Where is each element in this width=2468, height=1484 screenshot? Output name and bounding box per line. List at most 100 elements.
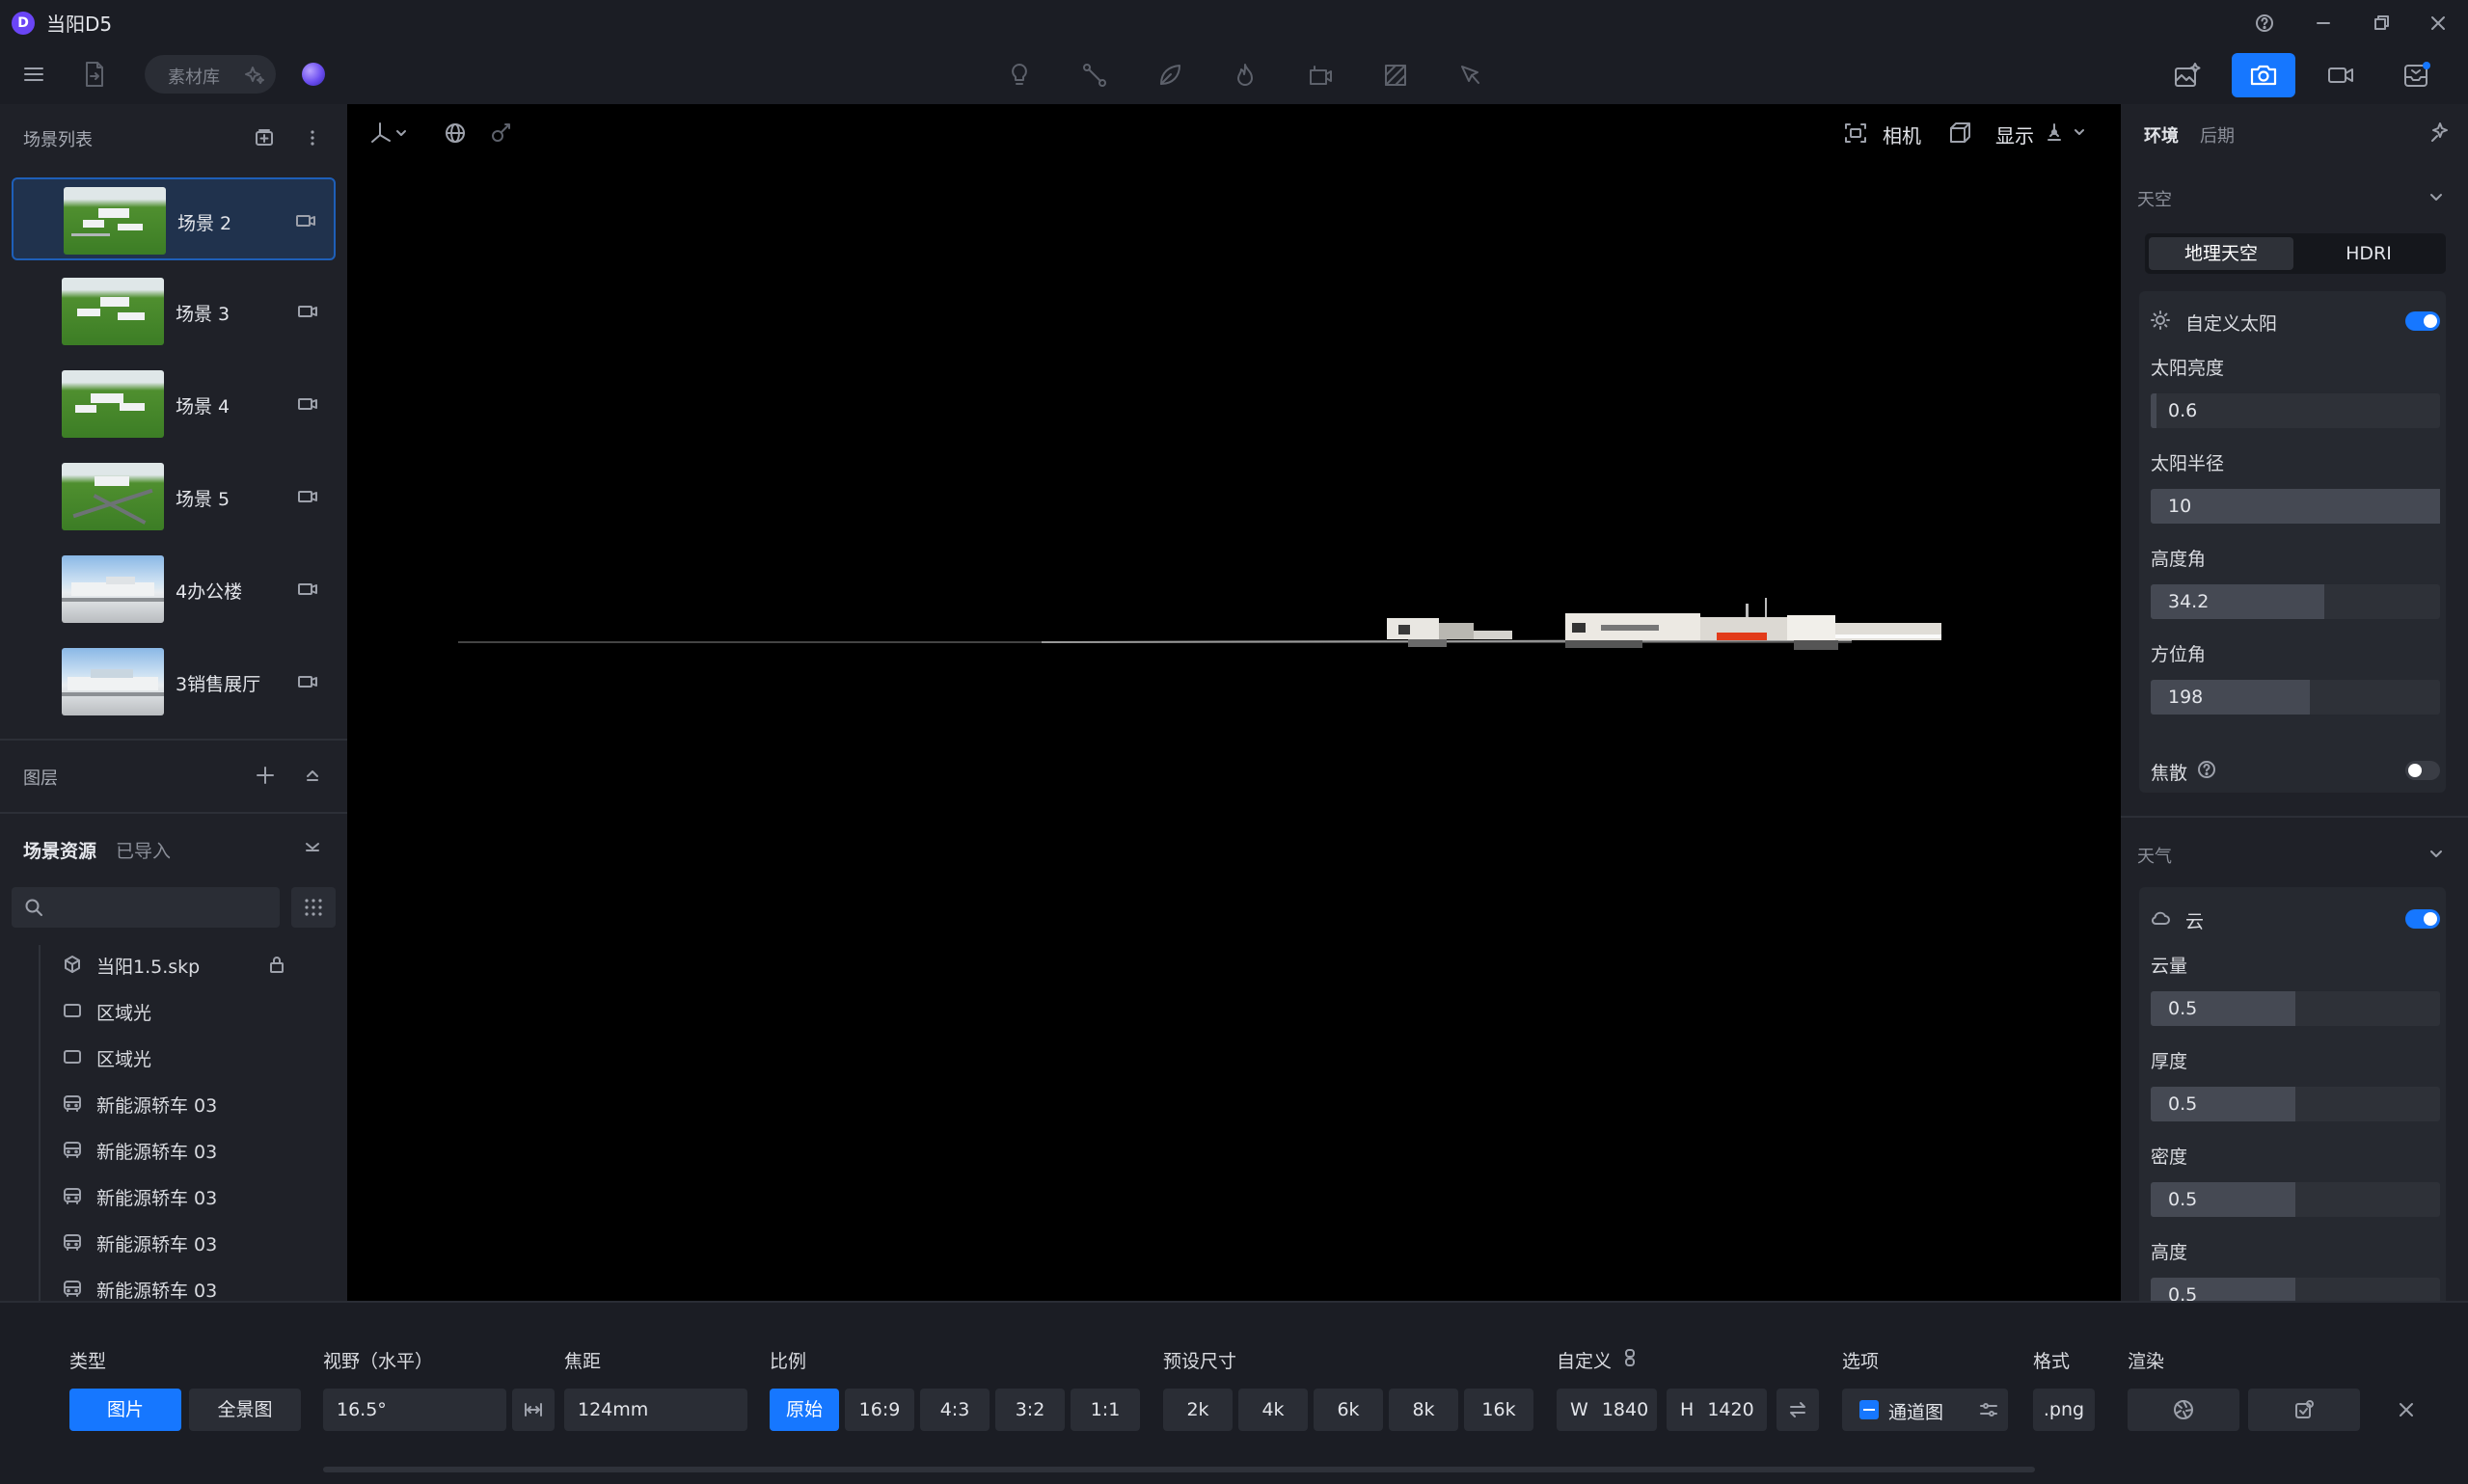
assistant-orb-icon[interactable] <box>302 63 325 86</box>
scene-item[interactable]: 场景 2 <box>12 177 336 260</box>
link-aspect-icon[interactable] <box>1620 1347 1640 1368</box>
tab-hdri[interactable]: HDRI <box>2295 237 2442 270</box>
scene-item[interactable]: 4办公楼 <box>12 548 336 631</box>
viewpoint-dropdown-icon[interactable] <box>2045 120 2091 147</box>
path-tool-icon[interactable] <box>1080 61 1109 90</box>
flame-icon[interactable] <box>1231 61 1260 90</box>
file-export-icon[interactable] <box>81 60 108 89</box>
ratio-4-3-button[interactable]: 4:3 <box>920 1389 990 1431</box>
format-select[interactable]: .png <box>2033 1389 2095 1431</box>
caustics-toggle[interactable] <box>2405 761 2440 780</box>
viewport-display-label[interactable]: 显示 <box>1995 121 2034 148</box>
object-tool-icon[interactable] <box>1306 61 1335 90</box>
height-slider[interactable]: 0.5 <box>2151 1278 2440 1301</box>
close-window-icon[interactable] <box>2427 13 2449 34</box>
scene-camera-icon[interactable] <box>297 393 318 415</box>
preset-6k-button[interactable]: 6k <box>1314 1389 1383 1431</box>
lock-icon[interactable] <box>266 954 287 975</box>
tab-imported[interactable]: 已导入 <box>116 837 171 863</box>
tab-geo-sky[interactable]: 地理天空 <box>2149 237 2293 270</box>
menu-icon[interactable] <box>21 62 46 87</box>
caustics-help-icon[interactable] <box>2196 759 2217 780</box>
asset-row[interactable]: 区域光 <box>39 1034 328 1080</box>
ai-magic-icon[interactable] <box>2428 120 2454 145</box>
material-tool-icon[interactable] <box>1381 61 1410 90</box>
render-viewport[interactable] <box>347 104 2121 1301</box>
scene-item[interactable]: 场景 4 <box>12 363 336 445</box>
scene-camera-icon[interactable] <box>295 210 316 231</box>
help-icon[interactable] <box>2254 13 2275 34</box>
tab-environment[interactable]: 环境 <box>2144 122 2179 148</box>
weather-chevron-icon[interactable] <box>2427 844 2446 863</box>
camera-frame-icon[interactable] <box>1842 120 1869 147</box>
asset-row[interactable]: 新能源轿车 03 <box>39 1173 328 1219</box>
preset-8k-button[interactable]: 8k <box>1389 1389 1458 1431</box>
sun-brightness-slider[interactable]: 0.6 <box>2151 393 2440 428</box>
asset-search-input[interactable] <box>12 887 280 928</box>
add-layer-icon[interactable] <box>254 764 277 787</box>
asset-row[interactable]: 新能源轿车 03 <box>39 1080 328 1126</box>
ratio-3-2-button[interactable]: 3:2 <box>995 1389 1065 1431</box>
type-panorama-button[interactable]: 全景图 <box>189 1389 301 1431</box>
tab-scene-assets[interactable]: 场景资源 <box>23 837 96 863</box>
render-queue-add-button[interactable] <box>2248 1389 2360 1431</box>
render-start-button[interactable] <box>2128 1389 2239 1431</box>
cloud-amount-slider[interactable]: 0.5 <box>2151 991 2440 1026</box>
azimuth-slider[interactable]: 198 <box>2151 680 2440 715</box>
fov-fit-button[interactable] <box>512 1389 555 1431</box>
scene-camera-icon[interactable] <box>297 579 318 600</box>
restore-icon[interactable] <box>2371 13 2392 34</box>
swap-size-button[interactable] <box>1776 1389 1819 1431</box>
light-bulb-icon[interactable] <box>1005 61 1034 90</box>
ratio-original-button[interactable]: 原始 <box>770 1389 839 1431</box>
asset-row[interactable]: 新能源轿车 03 <box>39 1126 328 1173</box>
display-cube-icon[interactable] <box>1946 120 1973 147</box>
custom-sun-label: 自定义太阳 <box>2185 313 2278 335</box>
brush-tool-icon[interactable] <box>1456 61 1485 90</box>
thickness-slider[interactable]: 0.5 <box>2151 1087 2440 1121</box>
minimize-icon[interactable] <box>2313 13 2334 34</box>
asset-row[interactable]: 区域光 <box>39 987 328 1034</box>
collapse-icon[interactable] <box>301 764 324 787</box>
focal-input[interactable]: 124mm <box>564 1389 747 1431</box>
channel-checkbox[interactable] <box>1859 1400 1879 1419</box>
scene-camera-icon[interactable] <box>297 486 318 507</box>
filter-collapse-icon[interactable] <box>301 835 324 858</box>
sky-chevron-icon[interactable] <box>2427 187 2446 206</box>
type-image-button[interactable]: 图片 <box>69 1389 181 1431</box>
asset-row[interactable]: 当阳1.5.skp <box>39 941 328 987</box>
axis-gizmo-icon[interactable] <box>368 120 411 147</box>
cloud-toggle[interactable] <box>2405 909 2440 929</box>
horizontal-scrollbar[interactable] <box>323 1467 2035 1472</box>
asset-row[interactable]: 新能源轿车 03 <box>39 1219 328 1265</box>
fov-input[interactable]: 16.5° <box>323 1389 506 1431</box>
density-slider[interactable]: 0.5 <box>2151 1182 2440 1217</box>
custom-sun-toggle[interactable] <box>2405 311 2440 331</box>
viewport-camera-label[interactable]: 相机 <box>1883 121 1921 148</box>
ai-sparkle-icon[interactable] <box>243 64 266 87</box>
leaf-icon[interactable] <box>1155 61 1184 90</box>
preset-4k-button[interactable]: 4k <box>1238 1389 1308 1431</box>
ratio-16-9-button[interactable]: 16:9 <box>845 1389 914 1431</box>
preset-2k-button[interactable]: 2k <box>1163 1389 1233 1431</box>
scene-camera-icon[interactable] <box>297 671 318 692</box>
close-bottom-panel-button[interactable] <box>2368 1389 2445 1431</box>
app-logo: D <box>12 12 35 35</box>
sun-radius-slider[interactable]: 10 <box>2151 489 2440 524</box>
snap-tool-icon[interactable] <box>488 120 515 147</box>
globe-icon[interactable] <box>443 121 468 146</box>
more-vertical-icon[interactable] <box>301 126 324 149</box>
height-input[interactable]: H 1420 <box>1667 1389 1767 1431</box>
width-input[interactable]: W 1840 <box>1557 1389 1657 1431</box>
elevation-slider[interactable]: 34.2 <box>2151 584 2440 619</box>
add-scene-icon[interactable] <box>253 126 276 149</box>
scene-item[interactable]: 3销售展厅 <box>12 640 336 723</box>
scene-item[interactable]: 场景 3 <box>12 270 336 353</box>
ratio-1-1-button[interactable]: 1:1 <box>1071 1389 1140 1431</box>
tab-post-processing[interactable]: 后期 <box>2200 122 2235 148</box>
options-settings-icon[interactable] <box>1978 1399 1999 1420</box>
preset-16k-button[interactable]: 16k <box>1464 1389 1533 1431</box>
asset-row[interactable]: 新能源轿车 03 <box>39 1265 328 1301</box>
scene-camera-icon[interactable] <box>297 301 318 322</box>
scene-item[interactable]: 场景 5 <box>12 455 336 538</box>
